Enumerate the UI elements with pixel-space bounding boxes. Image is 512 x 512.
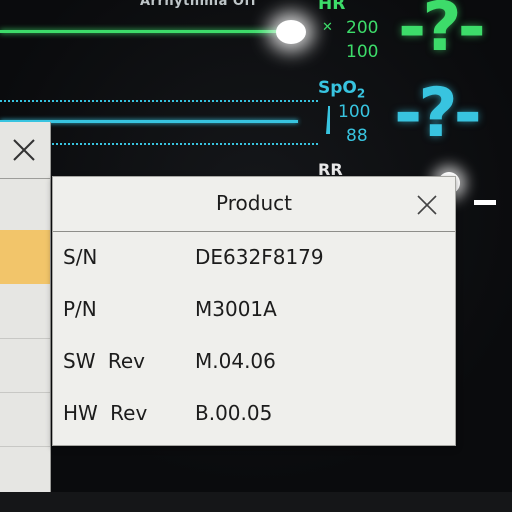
back-window-header (0, 122, 50, 179)
close-icon[interactable] (415, 193, 439, 217)
selected-list-item[interactable] (0, 230, 50, 284)
row-label: HW Rev (63, 401, 148, 425)
spo2-value[interactable]: -?- (394, 74, 482, 153)
close-icon[interactable] (8, 134, 40, 166)
info-row-sw-rev: SW Rev M.04.06 (53, 337, 455, 389)
list-item[interactable] (0, 392, 50, 447)
row-label: S/N (63, 245, 98, 269)
perfusion-indicator-frame (316, 106, 330, 134)
arrhythmia-status: Arrhythmia Off (140, 0, 257, 9)
info-row-hw-rev: HW Rev B.00.05 (53, 389, 455, 441)
hr-alarm-low: 100 (346, 42, 379, 62)
product-dialog: Product S/N DE632F8179 P/N M3001A SW Rev… (52, 176, 456, 446)
row-label: SW Rev (63, 349, 145, 373)
dialog-header: Product (53, 177, 455, 232)
hr-alarm-high: 200 (346, 18, 379, 38)
dialog-title: Product (216, 191, 292, 215)
ecg-waveform (0, 30, 292, 33)
list-item[interactable] (0, 338, 50, 393)
info-row-part-number: P/N M3001A (53, 285, 455, 337)
list-item[interactable] (0, 178, 50, 233)
row-value: B.00.05 (195, 401, 273, 425)
hr-value[interactable]: -?- (398, 0, 486, 67)
row-value: M.04.06 (195, 349, 276, 373)
bell-off-icon: ✕ (322, 20, 333, 35)
row-value: M3001A (195, 297, 277, 321)
spo2-label[interactable]: SpO2 (318, 78, 365, 100)
info-row-serial: S/N DE632F8179 (53, 233, 455, 285)
list-item[interactable] (0, 284, 50, 339)
hr-label[interactable]: HR (318, 0, 345, 14)
rr-value[interactable] (474, 200, 496, 205)
spo2-alarm-high: 100 (338, 102, 371, 122)
row-label: P/N (63, 297, 97, 321)
patient-monitor-screen: Arrhythmia Off HR ✕ 200 100 -?- SpO2 100… (0, 0, 512, 512)
spo2-alarm-low: 88 (346, 126, 368, 146)
row-value: DE632F8179 (195, 245, 324, 269)
ecg-sweep-glow (276, 20, 306, 44)
bottom-bezel (0, 492, 512, 512)
spo2-scale-top (0, 100, 318, 102)
back-window (0, 122, 51, 512)
